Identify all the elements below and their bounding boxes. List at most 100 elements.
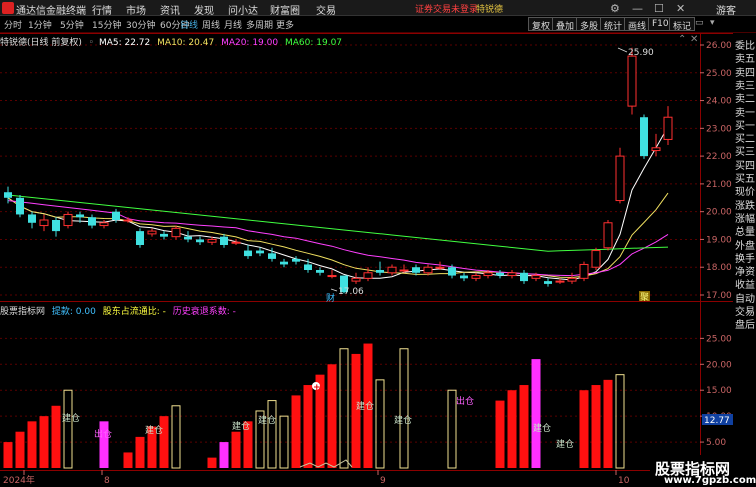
candle-body-down (184, 236, 192, 240)
annot-jiancang: 建仓 (232, 420, 250, 432)
indicator-bar (39, 416, 49, 468)
candle-body-up (615, 155, 625, 202)
candle-body-up (567, 277, 577, 282)
candle-body-down (412, 267, 420, 273)
candle-body-up (591, 250, 601, 268)
app-logo-icon (2, 2, 14, 14)
y-tick-label: 21.00 (706, 180, 732, 190)
indicator-y-tick-label: 20.00 (706, 360, 732, 370)
minimize-icon[interactable]: — (632, 2, 643, 15)
period-toolbar: 分时 1分钟 5分钟 15分钟 30分钟 60分钟 日线 周线 月线 多周期 更… (0, 16, 756, 33)
menu-caifuquan[interactable]: 财富圈 (270, 2, 300, 17)
indicator-y-tick-label: 15.00 (706, 386, 732, 396)
candle-body-down (460, 275, 468, 279)
candle-body-up (231, 241, 241, 244)
current-stock-name: 特锐德 (476, 5, 504, 15)
indicator-bar (219, 442, 229, 468)
login-status[interactable]: 证券交易未登录 (415, 2, 478, 15)
y-tick-label: 20.00 (706, 208, 732, 218)
xaxis-label-8: 8 (104, 476, 110, 486)
candle-body-down (28, 214, 36, 223)
indicator-bar (51, 405, 61, 468)
candle-body-down (160, 233, 168, 237)
candle-body-down (16, 197, 24, 215)
candle-body-down (496, 272, 504, 276)
candle-body-up (123, 219, 133, 222)
menu-faxian[interactable]: 发现 (194, 2, 214, 17)
period-multi[interactable]: 多周期 (246, 18, 273, 31)
duogu-button[interactable]: 多股 (576, 17, 603, 32)
indicator-bar (135, 436, 145, 468)
close-icon[interactable]: ✕ (676, 2, 685, 15)
y-axis-labels: 26.00 25.00 24.00 23.00 22.00 21.00 20.00 19.00… (700, 41, 732, 301)
legend-dot-icon: ◦ (88, 38, 95, 48)
indicator-bar (579, 390, 589, 468)
fuquan-button[interactable]: 复权 (528, 17, 555, 32)
indicator-title[interactable]: 股票指标网 (0, 307, 45, 317)
candle-body-up (603, 222, 613, 249)
indicator-bar-outline (171, 405, 181, 469)
ma-lines (7, 126, 669, 281)
high-price-label: 25.90 (628, 48, 654, 58)
kline-chart[interactable]: 26.00 25.00 24.00 23.00 22.00 21.00 20.00 19.00… (0, 33, 733, 487)
biaoji-button[interactable]: 标记 (669, 17, 696, 32)
indicator-bar (591, 385, 601, 468)
period-30min[interactable]: 30分钟 (126, 18, 155, 31)
side-panel-item[interactable]: 盘后 (735, 316, 755, 331)
ma20-label: MA20: 19.00 (221, 38, 279, 48)
chart-close-icon[interactable]: ✕ (690, 34, 698, 45)
indicator-bar (15, 431, 25, 468)
candle-body-up (147, 230, 157, 235)
period-monthly[interactable]: 月线 (224, 18, 242, 31)
diejia-button[interactable]: 叠加 (552, 17, 579, 32)
annot-chucang: 出仓 (456, 395, 474, 407)
period-weekly[interactable]: 周线 (202, 18, 220, 31)
indicator-y-tick-label: 5.00 (706, 438, 726, 448)
maximize-icon[interactable]: ☐ (654, 2, 664, 15)
indicator-bar-outline (63, 389, 73, 469)
indicator-shuaitui: 历史衰退系数: - (172, 307, 236, 317)
huaxian-button[interactable]: 画线 (624, 17, 651, 32)
annot-jiancang: 建仓 (145, 424, 163, 436)
collapse-icon[interactable]: ▾ (710, 18, 715, 28)
indicator-bar (327, 364, 337, 468)
candle-body-down (640, 117, 648, 157)
y-tick-label: 24.00 (706, 97, 732, 107)
menu-hangqing[interactable]: 行情 (92, 2, 112, 17)
guest-user[interactable]: 游客 (716, 2, 736, 17)
indicator-bar-outline (267, 400, 277, 469)
indicator-tikuan: 提款: 0.00 (51, 307, 96, 317)
candle-body-up (663, 116, 673, 140)
candle-body-up (555, 280, 565, 283)
period-5min[interactable]: 5分钟 (60, 18, 84, 31)
period-15min[interactable]: 15分钟 (92, 18, 121, 31)
menu-zixun[interactable]: 资讯 (160, 2, 180, 17)
indicator-bar-outline (447, 389, 457, 469)
marker-cai[interactable]: 财 (326, 292, 335, 304)
indicator-bar-outline (339, 348, 349, 469)
candle-body-up (363, 272, 373, 279)
indicator-bar (123, 452, 133, 468)
period-1min[interactable]: 1分钟 (28, 18, 52, 31)
period-daily[interactable]: 日线 (180, 18, 198, 31)
candle-body-up (507, 272, 517, 277)
y-tick-label: 17.00 (706, 291, 732, 301)
tongji-button[interactable]: 统计 (600, 17, 627, 32)
candle-body-down (88, 217, 96, 226)
marker-ju[interactable]: 聚 (640, 292, 649, 303)
candle-body-up (483, 272, 493, 277)
menu-shichang[interactable]: 市场 (126, 2, 146, 17)
signal-plus-glyph: + (313, 383, 321, 393)
window-icon[interactable]: ▭ (695, 18, 704, 28)
candle-body-down (112, 211, 120, 220)
ma-line-ma20 (7, 200, 669, 277)
chart-menu-icon[interactable]: ⌃ (678, 34, 686, 45)
period-more[interactable]: 更多 (276, 18, 294, 31)
indicator-bar (3, 442, 13, 468)
settings-icon[interactable]: ⚙ (610, 2, 620, 15)
menu-wenxiaoda[interactable]: 问小达 (228, 2, 258, 17)
candle-body-down (268, 253, 276, 259)
candle-body-down (4, 192, 12, 198)
menu-jiaoyi[interactable]: 交易 (316, 2, 336, 17)
period-fenshi[interactable]: 分时 (4, 18, 22, 31)
